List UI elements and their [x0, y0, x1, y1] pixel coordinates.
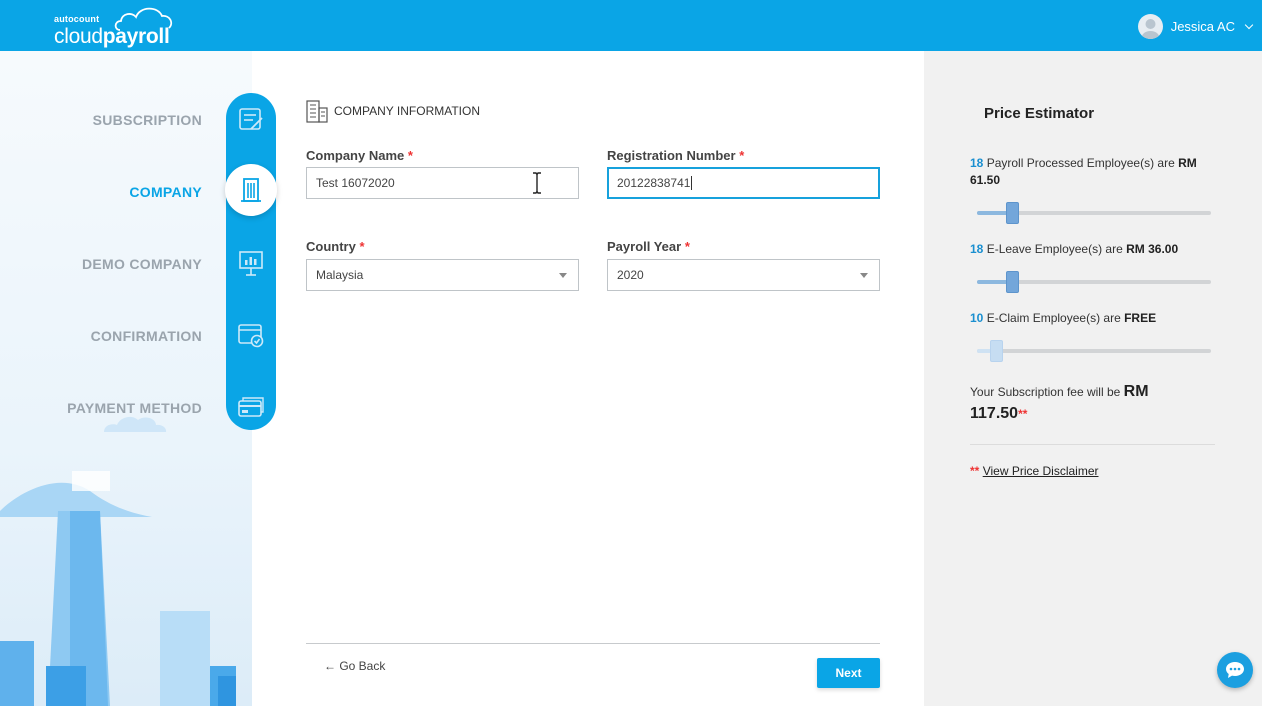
- estimator-divider: [970, 444, 1215, 445]
- fee-currency: RM: [1123, 383, 1149, 400]
- country-select[interactable]: Malaysia: [306, 259, 579, 291]
- required-mark: *: [359, 239, 365, 254]
- disclaimer-asterisks: **: [970, 464, 980, 478]
- payroll-year-label-text: Payroll Year: [607, 239, 682, 254]
- user-menu[interactable]: Jessica AC: [1137, 14, 1254, 39]
- eclaim-estimate-label: E-Claim Employee(s) are: [986, 311, 1121, 325]
- company-name-label-text: Company Name: [306, 148, 405, 163]
- registration-number-input[interactable]: 20122838741: [607, 167, 880, 199]
- fee-label: Your Subscription fee will be: [970, 385, 1121, 399]
- section-title: COMPANY INFORMATION: [334, 104, 481, 118]
- payroll-estimate-label: Payroll Processed Employee(s) are: [986, 156, 1175, 170]
- required-mark: *: [739, 148, 745, 163]
- chat-button[interactable]: [1217, 652, 1253, 688]
- section-header: COMPANY INFORMATION: [306, 99, 480, 123]
- eclaim-estimate-text: 10 E-Claim Employee(s) are FREE: [970, 310, 1210, 327]
- step-label-confirmation[interactable]: CONFIRMATION: [91, 328, 202, 344]
- eleave-price: RM 36.00: [1126, 242, 1179, 256]
- required-mark: *: [407, 148, 413, 163]
- go-back-link[interactable]: ← Go Back: [324, 659, 385, 673]
- price-disclaimer: ** View Price Disclaimer: [970, 464, 1099, 478]
- step-label-company[interactable]: COMPANY: [129, 184, 202, 200]
- payroll-employee-count: 18: [970, 156, 984, 170]
- form-footer-divider: [306, 643, 880, 644]
- steps-panel: [0, 51, 252, 706]
- slider-thumb[interactable]: [1006, 202, 1019, 224]
- logo-product-name: cloudpayroll: [54, 25, 170, 48]
- building-outline-icon: [306, 100, 328, 123]
- required-mark: *: [684, 239, 690, 254]
- company-name-value: Test 16072020: [316, 176, 395, 190]
- next-button[interactable]: Next: [817, 658, 880, 688]
- logo-word-cloud: cloud: [54, 25, 103, 48]
- step-label-demo-company[interactable]: DEMO COMPANY: [82, 256, 202, 272]
- confirmation-icon[interactable]: [237, 321, 265, 349]
- eclaim-employee-slider[interactable]: [977, 340, 1211, 362]
- eclaim-employee-count: 10: [970, 311, 984, 325]
- chevron-down-icon: [1244, 20, 1254, 30]
- fee-asterisks: **: [1018, 407, 1028, 421]
- price-estimator-title: Price Estimator: [984, 105, 1095, 122]
- chat-bubble-icon: [1226, 662, 1244, 678]
- dropdown-arrow-icon: [860, 273, 868, 278]
- dropdown-arrow-icon: [559, 273, 567, 278]
- eleave-estimate-label: E-Leave Employee(s) are: [986, 242, 1123, 256]
- eleave-employee-count: 18: [970, 242, 984, 256]
- payroll-year-value: 2020: [617, 268, 644, 282]
- payroll-year-label: Payroll Year *: [607, 239, 690, 254]
- country-value: Malaysia: [316, 268, 364, 282]
- logo-autocount-text: autocount: [54, 14, 100, 24]
- presentation-icon[interactable]: [237, 249, 265, 277]
- logo-word-payroll: payroll: [102, 25, 170, 48]
- payroll-employee-slider[interactable]: [977, 202, 1211, 224]
- building-icon[interactable]: [237, 176, 265, 204]
- country-label: Country *: [306, 239, 365, 254]
- registration-number-label-text: Registration Number: [607, 148, 736, 163]
- text-caret: [691, 176, 693, 190]
- payroll-year-select[interactable]: 2020: [607, 259, 880, 291]
- slider-thumb[interactable]: [990, 340, 1003, 362]
- autocount-cloudpayroll-logo[interactable]: autocount cloudpayroll: [54, 4, 184, 48]
- credit-card-icon[interactable]: [237, 394, 265, 422]
- eclaim-price: FREE: [1124, 311, 1157, 325]
- fee-amount: 117.50: [970, 405, 1019, 422]
- registration-number-value: 20122838741: [617, 176, 691, 190]
- text-cursor-icon: [533, 172, 541, 194]
- subscription-icon[interactable]: [237, 105, 265, 133]
- user-name: Jessica AC: [1170, 19, 1235, 34]
- user-avatar-icon: [1137, 14, 1163, 39]
- step-label-subscription[interactable]: SUBSCRIPTION: [93, 112, 202, 128]
- eleave-employee-slider[interactable]: [977, 271, 1211, 293]
- company-name-label: Company Name *: [306, 148, 413, 163]
- view-price-disclaimer-link[interactable]: View Price Disclaimer: [983, 464, 1099, 478]
- step-label-payment-method[interactable]: PAYMENT METHOD: [67, 400, 202, 416]
- eleave-estimate-text: 18 E-Leave Employee(s) are RM 36.00: [970, 241, 1210, 258]
- country-label-text: Country: [306, 239, 356, 254]
- payroll-estimate-text: 18 Payroll Processed Employee(s) are RM …: [970, 155, 1210, 189]
- slider-thumb[interactable]: [1006, 271, 1019, 293]
- price-estimator-panel: [924, 51, 1262, 706]
- registration-number-label: Registration Number *: [607, 148, 744, 163]
- city-skyline-illustration: [0, 471, 236, 706]
- top-navbar: autocount cloudpayroll Jessica AC: [0, 0, 1262, 51]
- subscription-fee-summary: Your Subscription fee will be RM 117.50*…: [970, 381, 1210, 425]
